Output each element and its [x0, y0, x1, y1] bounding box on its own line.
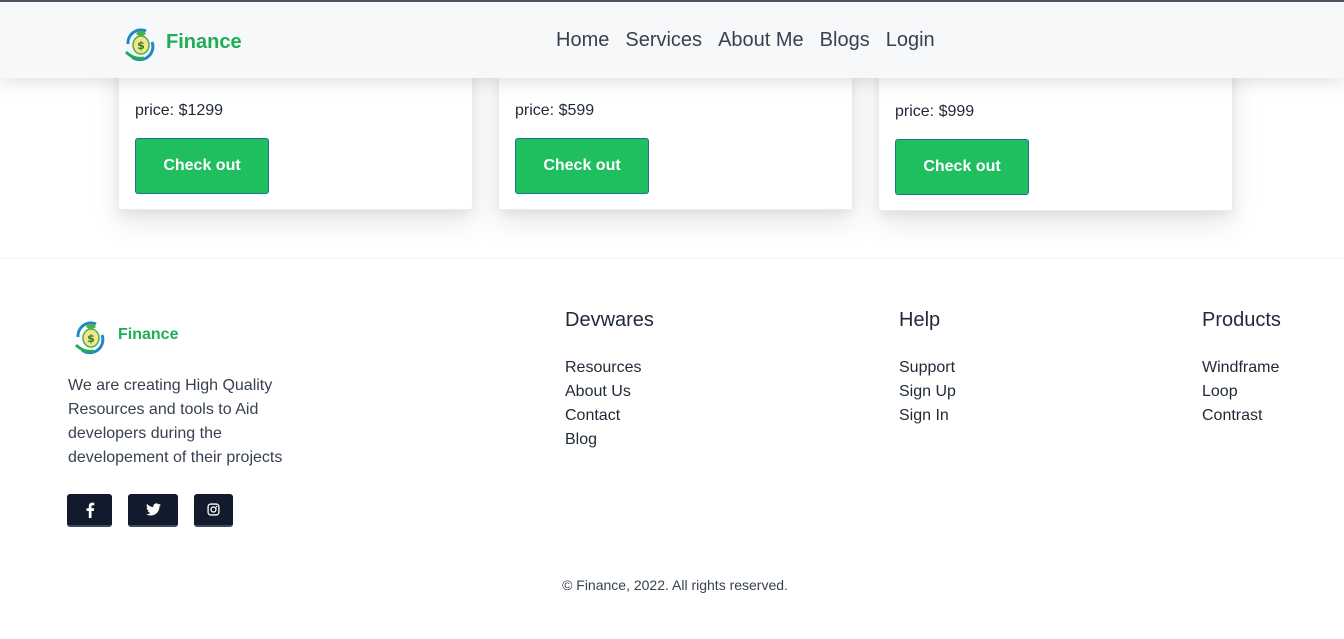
main-nav: Home Services About Me Blogs Login — [556, 2, 951, 78]
footer-column-products: Products Windframe Loop Contrast — [1202, 309, 1281, 428]
facebook-icon — [86, 502, 94, 518]
footer-column-help: Help Support Sign Up Sign In — [899, 309, 956, 428]
facebook-button[interactable] — [67, 494, 112, 527]
twitter-button[interactable] — [128, 494, 178, 527]
svg-text:$: $ — [87, 332, 95, 345]
page: price: $1299 Check out price: $599 Check… — [0, 0, 1344, 639]
nav-blogs[interactable]: Blogs — [820, 29, 870, 52]
footer-link-loop[interactable]: Loop — [1202, 380, 1281, 404]
footer-link-about-us[interactable]: About Us — [565, 380, 654, 404]
checkout-button[interactable]: Check out — [135, 138, 269, 194]
nav-services[interactable]: Services — [625, 29, 702, 52]
checkout-button[interactable]: Check out — [895, 139, 1029, 195]
footer-link-contrast[interactable]: Contrast — [1202, 404, 1281, 428]
instagram-icon — [207, 503, 220, 516]
twitter-icon — [145, 503, 161, 516]
card-price: price: $999 — [895, 103, 975, 120]
footer: $ Finance We are creating High Quality R… — [0, 258, 1344, 639]
card-price: price: $1299 — [135, 102, 224, 119]
brand-link[interactable]: $ Finance — [122, 22, 242, 62]
checkout-button[interactable]: Check out — [515, 138, 649, 194]
footer-link-blog[interactable]: Blog — [565, 428, 654, 452]
nav-login[interactable]: Login — [886, 29, 935, 52]
footer-link-support[interactable]: Support — [899, 356, 956, 380]
footer-column-title: Devwares — [565, 309, 654, 331]
footer-column-title: Help — [899, 309, 941, 331]
card-price: price: $599 — [515, 102, 595, 119]
footer-link-windframe[interactable]: Windframe — [1202, 356, 1281, 380]
footer-link-resources[interactable]: Resources — [565, 356, 654, 380]
footer-link-sign-up[interactable]: Sign Up — [899, 380, 956, 404]
footer-description: We are creating High Quality Resources a… — [68, 377, 283, 466]
nav-home[interactable]: Home — [556, 29, 609, 52]
footer-brand[interactable]: $ Finance — [72, 315, 178, 355]
copyright-text: © Finance, 2022. All rights reserved. — [562, 577, 788, 593]
social-links — [67, 494, 249, 527]
svg-text:$: $ — [137, 39, 145, 52]
money-bag-logo-icon: $ — [124, 28, 155, 62]
brand-name: Finance — [166, 30, 242, 53]
nav-about-me[interactable]: About Me — [718, 29, 804, 52]
footer-column-title: Products — [1202, 309, 1281, 331]
top-navbar: $ Finance Home Services About Me Blogs L… — [0, 0, 1344, 78]
instagram-button[interactable] — [194, 494, 233, 527]
footer-link-sign-in[interactable]: Sign In — [899, 404, 956, 428]
footer-link-contact[interactable]: Contact — [565, 404, 654, 428]
footer-column-devwares: Devwares Resources About Us Contact Blog — [565, 309, 654, 452]
money-bag-logo-icon: $ — [74, 321, 105, 355]
footer-brand-name: Finance — [118, 326, 179, 343]
